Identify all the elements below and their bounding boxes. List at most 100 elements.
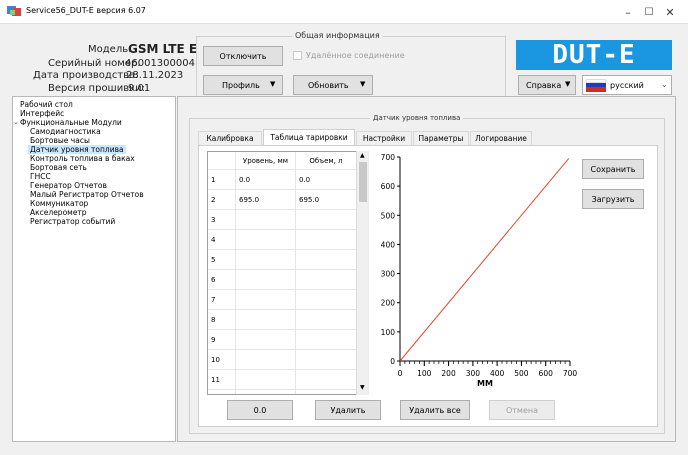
table-cell-volume[interactable] — [296, 350, 357, 370]
tab-parameters[interactable]: Параметры — [413, 131, 469, 145]
table-row-index: 9 — [208, 330, 236, 350]
table-cell-level[interactable]: 0.0 — [236, 170, 296, 190]
calibration-chart: 0 100 200 300 400 500 600 700 0 100 200 300 400 500 60… — [381, 153, 578, 388]
tree-item-interface[interactable]: Интерфейс — [20, 109, 64, 118]
table-row-index: 11 — [208, 370, 236, 390]
table-cell-volume[interactable] — [296, 290, 357, 310]
serial-value: 46001300004 — [125, 58, 195, 69]
production-date-label: Дата производства: — [33, 70, 139, 81]
y-tick-label: 700 — [381, 153, 396, 162]
app-icon — [7, 6, 21, 16]
tab-calibration-table[interactable]: Таблица тарировки — [263, 129, 355, 145]
tree-item-event-recorder[interactable]: Регистратор событий — [30, 217, 115, 226]
table-scrollbar[interactable]: ▲ ▼ — [356, 151, 369, 395]
table-cell-level[interactable] — [236, 290, 296, 310]
table-cell-level[interactable] — [236, 210, 296, 230]
profile-button[interactable]: Профиль ▼ — [203, 75, 283, 95]
y-tick-label: 300 — [381, 270, 396, 279]
scrollbar-thumb[interactable] — [359, 162, 367, 202]
load-button[interactable]: Загрузить — [582, 189, 644, 209]
x-tick-label: 600 — [539, 369, 554, 378]
table-cell-volume[interactable] — [296, 270, 357, 290]
dut-e-logo: DUT-E — [516, 40, 672, 70]
tree-item-functional-modules[interactable]: Функциональные Модули — [20, 118, 122, 127]
tab-calibration[interactable]: Калибровка — [198, 131, 262, 145]
tree-item-communicator[interactable]: Коммуникатор — [30, 199, 88, 208]
table-cell-level[interactable] — [236, 270, 296, 290]
table-cell-volume[interactable]: 0.0 — [296, 170, 357, 190]
y-tick-label: 600 — [381, 182, 396, 191]
table-cell-level[interactable] — [236, 370, 296, 390]
table-row-index: 5 — [208, 250, 236, 270]
x-tick-label: 400 — [490, 369, 505, 378]
model-label: Модель: — [88, 44, 132, 55]
scroll-up-icon[interactable]: ▲ — [360, 152, 365, 159]
table-cell-volume[interactable] — [296, 250, 357, 270]
tree-item-report-generator[interactable]: Генератор Отчетов — [30, 181, 107, 190]
fuel-sensor-title: Датчик уровня топлива — [370, 114, 464, 122]
table-cell-volume[interactable] — [296, 310, 357, 330]
model-value: GSM LTE E — [128, 42, 198, 56]
y-tick-label: 100 — [381, 328, 396, 337]
table-cell-volume[interactable] — [296, 330, 357, 350]
table-header-index — [208, 152, 236, 170]
y-tick-label: 400 — [381, 240, 396, 249]
remote-connection-label: Удалённое соединение — [306, 51, 405, 60]
table-cell-level[interactable]: 695.0 — [236, 190, 296, 210]
update-label: Обновить — [308, 80, 349, 90]
calibration-table[interactable]: Уровень, мм Объем, л 1 0.0 0.0 2 695.0 695.0 3… — [207, 151, 369, 395]
tree-item-desktop[interactable]: Рабочий стол — [20, 100, 73, 109]
tab-settings[interactable]: Настройки — [356, 131, 412, 145]
dropdown-arrow-icon: ▼ — [565, 80, 571, 88]
tree-item-tank-fuel-control[interactable]: Контроль топлива в баках — [30, 154, 135, 163]
help-button[interactable]: Справка ▼ — [518, 75, 576, 95]
tree-item-fuel-level-sensor[interactable]: Датчик уровня топлива — [28, 145, 126, 154]
title-bar: Service56_DUT-E версия 6.07 – ☐ ✕ — [0, 0, 688, 24]
x-tick-label: 0 — [398, 369, 403, 378]
table-cell-volume[interactable] — [296, 370, 357, 390]
tree-item-onboard-clock[interactable]: Бортовые часы — [30, 136, 90, 145]
tree-item-onboard-network[interactable]: Бортовая сеть — [30, 163, 87, 172]
calibration-line — [399, 158, 570, 362]
table-row-index: 6 — [208, 270, 236, 290]
close-button[interactable]: ✕ — [650, 0, 688, 24]
table-cell-level[interactable] — [236, 310, 296, 330]
table-row-index: 10 — [208, 350, 236, 370]
y-tick-label: 500 — [381, 211, 396, 220]
delete-button[interactable]: Удалить — [315, 400, 381, 420]
table-cell-level[interactable] — [236, 390, 296, 394]
table-cell-level[interactable] — [236, 250, 296, 270]
tab-logging[interactable]: Логирование — [470, 131, 532, 145]
table-cell-level[interactable] — [236, 230, 296, 250]
delete-all-button[interactable]: Удалить все — [400, 400, 470, 420]
remote-connection-checkbox[interactable] — [293, 51, 302, 60]
tree-item-accelerometer[interactable]: Акселерометр — [30, 208, 87, 217]
profile-label: Профиль — [222, 80, 260, 90]
table-row-index: 8 — [208, 310, 236, 330]
expand-chevron-icon[interactable]: ⌄ — [13, 118, 19, 127]
save-button[interactable]: Сохранить — [582, 159, 644, 179]
table-cell-volume[interactable]: 695.0 — [296, 190, 357, 210]
tree-item-gnss[interactable]: ГНСС — [30, 172, 51, 181]
tree-item-small-report-recorder[interactable]: Малый Регистратор Отчетов — [30, 190, 144, 199]
table-cell-level[interactable] — [236, 350, 296, 370]
x-tick-label: 300 — [466, 369, 481, 378]
update-button[interactable]: Обновить ▼ — [293, 75, 373, 95]
x-tick-label: 200 — [441, 369, 456, 378]
table-row-index: 1 — [208, 170, 236, 190]
scroll-down-icon[interactable]: ▼ — [360, 384, 365, 391]
table-header-volume: Объем, л — [296, 152, 357, 170]
table-header-level: Уровень, мм — [236, 152, 296, 170]
cancel-button[interactable]: Отмена — [489, 400, 555, 420]
table-row-index: 7 — [208, 290, 236, 310]
tree-item-self-diagnostics[interactable]: Самодиагностика — [30, 127, 101, 136]
table-cell-volume[interactable] — [296, 210, 357, 230]
help-label: Справка — [526, 80, 562, 90]
language-select[interactable]: русский ⌄ — [582, 75, 672, 95]
disconnect-button[interactable]: Отключить — [203, 46, 283, 66]
table-cell-volume[interactable] — [296, 230, 357, 250]
table-cell-level[interactable] — [236, 330, 296, 350]
table-cell-volume[interactable] — [296, 390, 357, 394]
zero-button[interactable]: 0.0 — [227, 400, 293, 420]
x-tick-label: 500 — [514, 369, 529, 378]
